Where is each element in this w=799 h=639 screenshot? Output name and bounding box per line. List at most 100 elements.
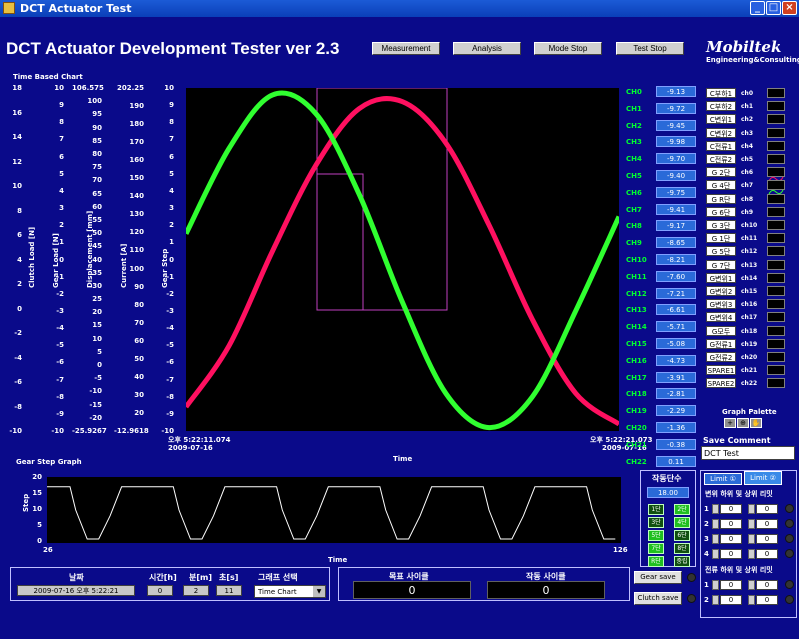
legend-color-swatch[interactable]	[767, 325, 785, 336]
legend-color-swatch[interactable]	[767, 338, 785, 349]
legend-name[interactable]: G변위2	[706, 286, 736, 296]
legend-name[interactable]: C전류1	[706, 140, 736, 151]
zoom-tool-icon[interactable]: ⊕	[737, 418, 749, 428]
legend-color-swatch[interactable]	[767, 259, 785, 270]
legend-color-swatch[interactable]	[767, 101, 785, 112]
test-stop-button[interactable]: Test Stop	[616, 42, 684, 55]
legend-name[interactable]: G 7단	[706, 259, 736, 270]
mode-stop-button[interactable]: Mode Stop	[534, 42, 602, 55]
legend-color-swatch[interactable]	[767, 246, 785, 257]
limit-lower-stepper[interactable]	[712, 580, 719, 590]
legend-color-swatch[interactable]	[767, 220, 785, 230]
step-button[interactable]: 6단	[674, 530, 690, 541]
legend-color-swatch[interactable]	[767, 312, 785, 323]
limit-lower-field[interactable]: 0	[720, 534, 742, 544]
legend-name[interactable]: C전류2	[706, 154, 736, 164]
limit-upper-stepper[interactable]	[748, 534, 755, 544]
cursor-tool-icon[interactable]: +	[724, 418, 736, 428]
legend-name[interactable]: G전류1	[706, 338, 736, 349]
limit-lower-field[interactable]: 0	[720, 580, 742, 590]
legend-color-swatch[interactable]	[767, 365, 785, 376]
limit-lower-stepper[interactable]	[712, 534, 719, 544]
legend-name[interactable]: C부하1	[706, 88, 736, 98]
legend-color-swatch[interactable]	[767, 233, 785, 244]
legend-color-swatch[interactable]	[767, 352, 785, 362]
gear-save-button[interactable]: Gear save	[634, 571, 682, 584]
channel-label: CH13	[626, 306, 647, 315]
step-button[interactable]: 5단	[648, 530, 664, 541]
limit-lower-field[interactable]: 0	[720, 504, 742, 514]
limit-lower-stepper[interactable]	[712, 549, 719, 559]
limit-upper-field[interactable]: 0	[756, 549, 778, 559]
minimize-icon[interactable]: _	[750, 1, 765, 15]
step-button[interactable]: 4단	[674, 517, 690, 528]
tab-limit-2[interactable]: Limit ②	[744, 471, 782, 485]
legend-name[interactable]: C변위1	[706, 114, 736, 125]
limit-lower-field[interactable]: 0	[720, 595, 742, 605]
legend-color-swatch[interactable]	[767, 206, 785, 217]
limit-upper-field[interactable]: 0	[756, 580, 778, 590]
legend-color-swatch[interactable]	[767, 272, 785, 283]
legend-color-swatch[interactable]	[767, 193, 785, 204]
limit-upper-stepper[interactable]	[748, 519, 755, 529]
legend-name[interactable]: G 3단	[706, 220, 736, 230]
limit-lower-field[interactable]: 0	[720, 519, 742, 529]
limit-upper-field[interactable]: 0	[756, 519, 778, 529]
legend-name[interactable]: SPARE2	[706, 378, 736, 389]
legend-color-swatch[interactable]	[767, 154, 785, 164]
axis-1-tick: -8	[56, 392, 64, 401]
legend-name[interactable]: C변위2	[706, 127, 736, 138]
close-icon[interactable]: ×	[782, 1, 797, 15]
legend-name[interactable]: C부하2	[706, 101, 736, 112]
limit-upper-stepper[interactable]	[748, 549, 755, 559]
limit-upper-field[interactable]: 0	[756, 504, 778, 514]
legend-name[interactable]: SPARE1	[706, 365, 736, 376]
legend-color-swatch[interactable]	[767, 286, 785, 296]
legend-name[interactable]: G 2단	[706, 167, 736, 178]
gear-step-plot[interactable]	[47, 477, 621, 543]
clutch-save-button[interactable]: Clutch save	[634, 592, 682, 605]
save-comment-input[interactable]: DCT Test	[701, 446, 795, 460]
step-button[interactable]: 7단	[648, 543, 664, 554]
legend-name[interactable]: G전류2	[706, 352, 736, 362]
limit-upper-field[interactable]: 0	[756, 534, 778, 544]
limit-upper-field[interactable]: 0	[756, 595, 778, 605]
legend-color-swatch[interactable]	[767, 140, 785, 151]
limit-lower-stepper[interactable]	[712, 519, 719, 529]
legend-color-swatch[interactable]	[767, 167, 785, 182]
legend-name[interactable]: G 5단	[706, 246, 736, 257]
limit-lower-stepper[interactable]	[712, 595, 719, 605]
legend-name[interactable]: G R단	[706, 193, 736, 204]
limit-lower-stepper[interactable]	[712, 504, 719, 514]
step-button[interactable]: 3단	[648, 517, 664, 528]
tab-limit-1[interactable]: Limit ①	[704, 473, 742, 485]
legend-name[interactable]: G 6단	[706, 206, 736, 217]
step-button[interactable]: 1단	[648, 504, 664, 515]
legend-color-swatch[interactable]	[767, 114, 785, 125]
graph-select-dropdown[interactable]: Time Chart ▼	[254, 585, 326, 598]
time-chart-plot[interactable]	[186, 88, 619, 431]
legend-name[interactable]: G 4단	[706, 180, 736, 191]
maximize-icon[interactable]: □	[766, 1, 781, 15]
legend-color-swatch[interactable]	[767, 299, 785, 310]
limit-upper-stepper[interactable]	[748, 595, 755, 605]
step-button[interactable]: R단	[648, 556, 664, 567]
legend-color-swatch[interactable]	[767, 88, 785, 98]
legend-name[interactable]: G변위1	[706, 272, 736, 283]
legend-color-swatch[interactable]	[767, 378, 785, 389]
legend-name[interactable]: G 1단	[706, 233, 736, 244]
legend-color-swatch[interactable]	[767, 127, 785, 138]
limit-lower-field[interactable]: 0	[720, 549, 742, 559]
legend-name[interactable]: G변위3	[706, 299, 736, 310]
legend-color-swatch[interactable]	[767, 180, 785, 195]
legend-name[interactable]: G모두	[706, 325, 736, 336]
pan-tool-icon[interactable]: ✋	[750, 418, 762, 428]
limit-upper-stepper[interactable]	[748, 504, 755, 514]
step-button[interactable]: 2단	[674, 504, 690, 515]
step-button[interactable]: 중립	[674, 556, 690, 567]
limit-upper-stepper[interactable]	[748, 580, 755, 590]
analysis-button[interactable]: Analysis	[453, 42, 521, 55]
measurement-button[interactable]: Measurement	[372, 42, 440, 55]
legend-name[interactable]: G변위4	[706, 312, 736, 323]
step-button[interactable]: 8단	[674, 543, 690, 554]
